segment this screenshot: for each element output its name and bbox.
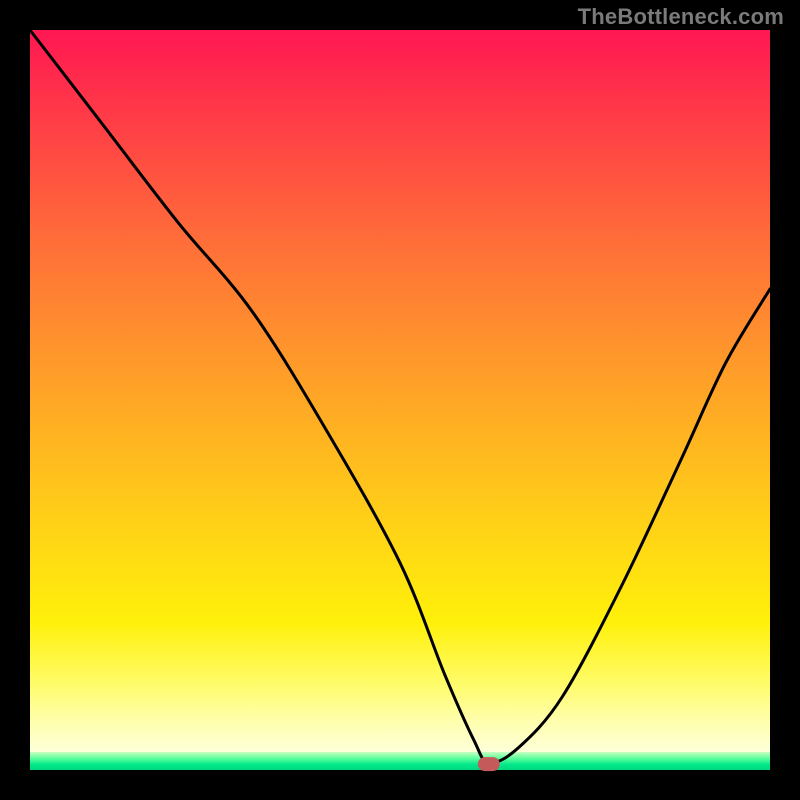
watermark-text: TheBottleneck.com (578, 4, 784, 30)
bottleneck-curve (30, 30, 770, 763)
plot-area (30, 30, 770, 770)
curve-layer (30, 30, 770, 770)
min-marker (478, 757, 500, 771)
chart-frame: TheBottleneck.com (0, 0, 800, 800)
